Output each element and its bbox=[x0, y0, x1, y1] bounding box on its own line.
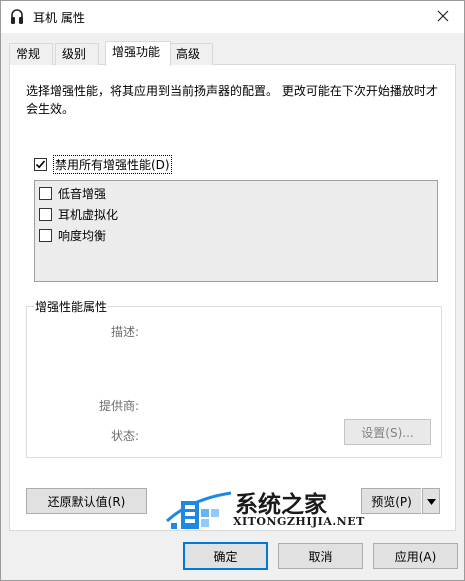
window-title: 耳机 属性 bbox=[33, 11, 85, 25]
preview-dropdown-button[interactable] bbox=[422, 488, 440, 514]
preview-button[interactable]: 预览(P) bbox=[361, 488, 421, 514]
title-bar[interactable]: 耳机 属性 bbox=[1, 1, 464, 33]
loudness-equalization-checkbox[interactable] bbox=[39, 229, 52, 242]
status-label: 状态: bbox=[111, 429, 140, 443]
tab-levels[interactable]: 级别 bbox=[55, 43, 99, 65]
headphone-virtualization-checkbox[interactable] bbox=[39, 208, 52, 221]
ok-button[interactable]: 确定 bbox=[183, 542, 268, 570]
properties-group-title: 增强性能属性 bbox=[34, 298, 109, 315]
tab-enhancements[interactable]: 增强功能 bbox=[105, 41, 171, 66]
watermark-url: XITONGZHIJIA.NET bbox=[233, 515, 365, 528]
settings-button[interactable]: 设置(S)... bbox=[344, 419, 431, 445]
list-item[interactable]: 耳机虚拟化 bbox=[39, 206, 118, 223]
restore-defaults-button[interactable]: 还原默认值(R) bbox=[26, 488, 147, 514]
disable-all-checkbox[interactable] bbox=[34, 158, 47, 171]
apply-button[interactable]: 应用(A) bbox=[373, 543, 458, 569]
close-icon bbox=[437, 10, 449, 25]
headphone-virtualization-label: 耳机虚拟化 bbox=[58, 208, 119, 222]
enhancement-description: 选择增强性能，将其应用到当前扬声器的配置。 更改可能在下次开始播放时才会生效。 bbox=[26, 84, 438, 116]
properties-dialog: 耳机 属性 常规 级别 增强功能 高级 选择增强性能，将其应用到当前扬声器的配置… bbox=[0, 0, 465, 581]
provider-label: 提供商: bbox=[99, 399, 140, 413]
description-label: 描述: bbox=[111, 325, 140, 339]
list-item[interactable]: 响度均衡 bbox=[39, 227, 106, 244]
bass-boost-label: 低音增强 bbox=[58, 187, 107, 201]
checkmark-icon bbox=[35, 160, 46, 169]
disable-all-label: 禁用所有增强性能(D) bbox=[53, 155, 172, 174]
tab-advanced[interactable]: 高级 bbox=[169, 43, 213, 65]
loudness-equalization-label: 响度均衡 bbox=[58, 229, 107, 243]
headphone-icon bbox=[10, 8, 24, 26]
close-button[interactable] bbox=[428, 3, 458, 31]
disable-all-checkbox-row[interactable]: 禁用所有增强性能(D) bbox=[34, 155, 172, 174]
cancel-button[interactable]: 取消 bbox=[278, 543, 363, 569]
bass-boost-checkbox[interactable] bbox=[39, 187, 52, 200]
dropdown-arrow-icon bbox=[426, 494, 436, 508]
list-item[interactable]: 低音增强 bbox=[39, 185, 106, 202]
tab-general[interactable]: 常规 bbox=[9, 43, 53, 65]
watermark-text: 系统之家 bbox=[235, 492, 327, 518]
